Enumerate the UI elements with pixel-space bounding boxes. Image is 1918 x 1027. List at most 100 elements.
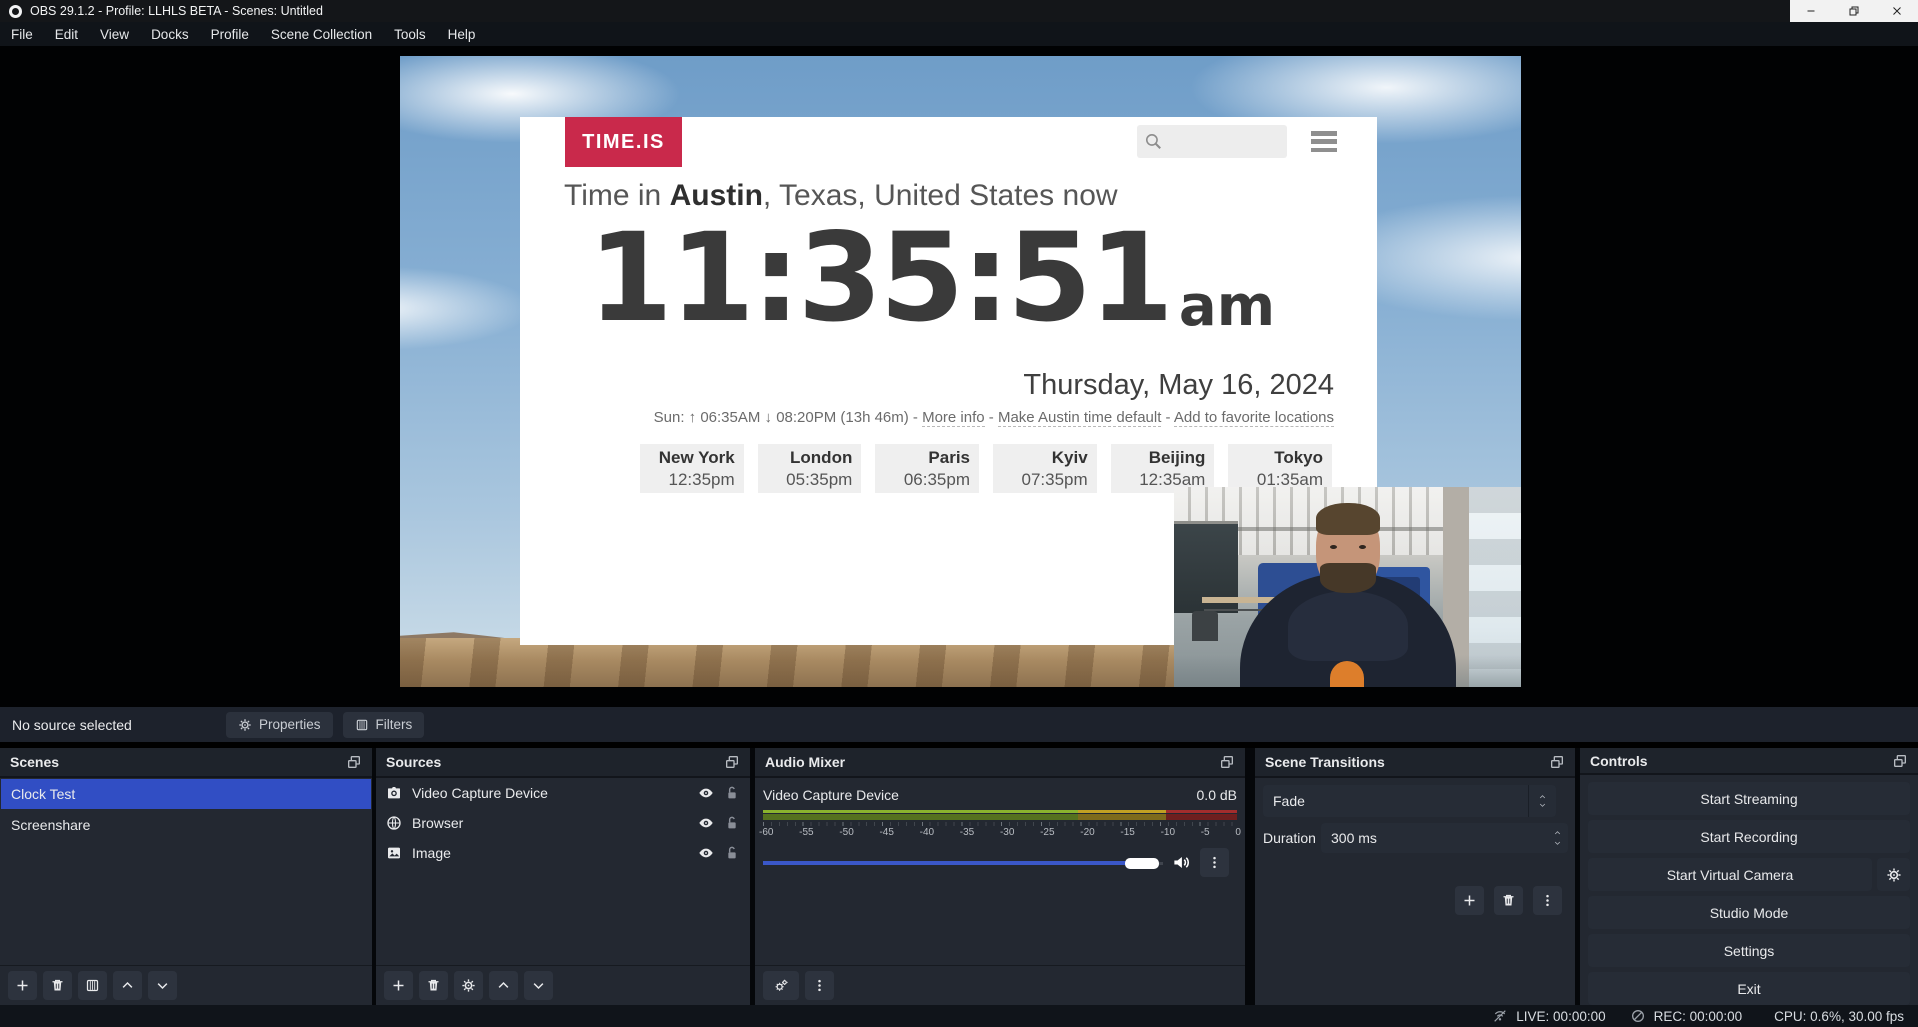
move-source-up-button[interactable] [489,971,518,1000]
scenes-dock: Scenes Clock Test Screenshare [0,748,372,1005]
lock-icon[interactable] [724,785,740,801]
image-icon [386,845,402,861]
menu-profile[interactable]: Profile [200,22,260,46]
window-controls [1790,0,1918,22]
person-hair [1316,503,1380,535]
obs-window: OBS 29.1.2 - Profile: LLHLS BETA - Scene… [0,0,1918,1027]
volume-slider-row [763,848,1237,877]
live-status: LIVE: 00:00:00 [1492,1008,1605,1024]
transitions-header: Scene Transitions [1255,748,1575,778]
hamburger-menu-icon[interactable] [1311,131,1337,152]
popout-icon[interactable] [345,754,363,770]
volume-meter [763,810,1237,820]
mixer-options-button[interactable] [805,971,834,1000]
menu-file[interactable]: File [0,22,44,46]
popout-icon[interactable] [1891,753,1909,769]
city-card-paris[interactable]: Paris06:35pm [875,444,979,493]
scene-transitions-dock: Scene Transitions Fade Duration 300 ms [1255,748,1575,1005]
city-card-tokyo[interactable]: Tokyo01:35am [1228,444,1332,493]
sources-dock: Sources Video Capture Device Browser [376,748,750,1005]
dock-area: Scenes Clock Test Screenshare Sources [0,748,1918,1005]
remove-scene-button[interactable] [43,971,72,1000]
city-card-london[interactable]: London05:35pm [758,444,862,493]
transition-select[interactable]: Fade [1263,785,1556,817]
duration-spinner[interactable] [1552,823,1563,853]
make-default-link[interactable]: Make Austin time default [998,409,1161,427]
duration-input[interactable]: 300 ms [1321,823,1568,853]
start-streaming-button[interactable]: Start Streaming [1588,782,1910,815]
city-card-newyork[interactable]: New York12:35pm [640,444,744,493]
settings-button[interactable]: Settings [1588,934,1910,967]
controls-dock: Controls Start Streaming Start Recording… [1580,748,1918,1005]
move-scene-up-button[interactable] [113,971,142,1000]
scene-filters-button[interactable] [78,971,107,1000]
lock-icon[interactable] [724,815,740,831]
transition-options-button[interactable] [1533,886,1562,915]
menu-scene-collection[interactable]: Scene Collection [260,22,383,46]
more-info-link[interactable]: More info [922,409,985,427]
source-row-browser[interactable]: Browser [376,808,750,838]
clock-display: 11:35:51 am [588,213,1275,345]
meter-scale: -60-55-50-45-40-35-30-25-20-15-10-50 [759,827,1241,838]
search-icon [1144,132,1163,151]
menu-bar: File Edit View Docks Profile Scene Colle… [0,22,1918,46]
scene-item-screenshare[interactable]: Screenshare [1,810,371,840]
popout-icon[interactable] [1548,754,1566,770]
move-scene-down-button[interactable] [148,971,177,1000]
preview-viewport: TIME.IS Time in Austin, Texas, United St… [0,46,1918,707]
visibility-eye-icon[interactable] [698,785,714,801]
record-offline-icon [1630,1008,1646,1024]
menu-view[interactable]: View [89,22,140,46]
status-bar: LIVE: 00:00:00 REC: 00:00:00 CPU: 0.6%, … [0,1005,1918,1027]
add-scene-button[interactable] [8,971,37,1000]
move-source-down-button[interactable] [524,971,553,1000]
remove-source-button[interactable] [419,971,448,1000]
visibility-eye-icon[interactable] [698,845,714,861]
start-virtual-camera-button[interactable]: Start Virtual Camera [1588,858,1872,891]
close-button[interactable] [1884,1,1910,21]
popout-icon[interactable] [723,754,741,770]
advanced-audio-button[interactable] [763,971,799,1000]
remove-transition-button[interactable] [1494,886,1523,915]
title-bar: OBS 29.1.2 - Profile: LLHLS BETA - Scene… [0,0,1918,22]
meter-tick-marks [763,822,1237,826]
city-card-beijing[interactable]: Beijing12:35am [1111,444,1215,493]
city-card-kyiv[interactable]: Kyiv07:35pm [993,444,1097,493]
person-beard [1320,563,1376,593]
source-properties-button[interactable] [454,971,483,1000]
menu-edit[interactable]: Edit [44,22,89,46]
menu-tools[interactable]: Tools [383,22,437,46]
exit-button[interactable]: Exit [1588,972,1910,1005]
selected-source-toolbar: No source selected Properties Filters [0,707,1918,742]
favorites-link[interactable]: Add to favorite locations [1174,409,1334,427]
globe-icon [386,815,402,831]
virtual-camera-config-button[interactable] [1877,858,1910,891]
properties-button[interactable]: Properties [226,712,333,738]
source-row-video-capture[interactable]: Video Capture Device [376,778,750,808]
start-recording-button[interactable]: Start Recording [1588,820,1910,853]
speaker-icon[interactable] [1172,853,1191,872]
menu-help[interactable]: Help [437,22,487,46]
program-preview[interactable]: TIME.IS Time in Austin, Texas, United St… [400,56,1521,687]
scene-item-clock-test[interactable]: Clock Test [1,779,371,809]
sources-header: Sources [376,748,750,778]
volume-slider-handle[interactable] [1125,858,1159,869]
visibility-eye-icon[interactable] [698,815,714,831]
scenes-toolbar [0,965,372,1005]
timeis-logo[interactable]: TIME.IS [565,117,682,167]
cpu-fps-status: CPU: 0.6%, 30.00 fps [1774,1009,1904,1024]
volume-slider[interactable] [763,857,1163,869]
add-transition-button[interactable] [1455,886,1484,915]
source-row-image[interactable]: Image [376,838,750,868]
studio-mode-button[interactable]: Studio Mode [1588,896,1910,929]
channel-options-button[interactable] [1200,848,1229,877]
rec-status: REC: 00:00:00 [1630,1008,1743,1024]
minimize-button[interactable] [1798,1,1824,21]
add-source-button[interactable] [384,971,413,1000]
lock-icon[interactable] [724,845,740,861]
restore-button[interactable] [1841,1,1867,21]
menu-docks[interactable]: Docks [140,22,200,46]
popout-icon[interactable] [1218,754,1236,770]
clock-digits: 11:35:51 [588,213,1171,345]
filters-button[interactable]: Filters [343,712,425,738]
